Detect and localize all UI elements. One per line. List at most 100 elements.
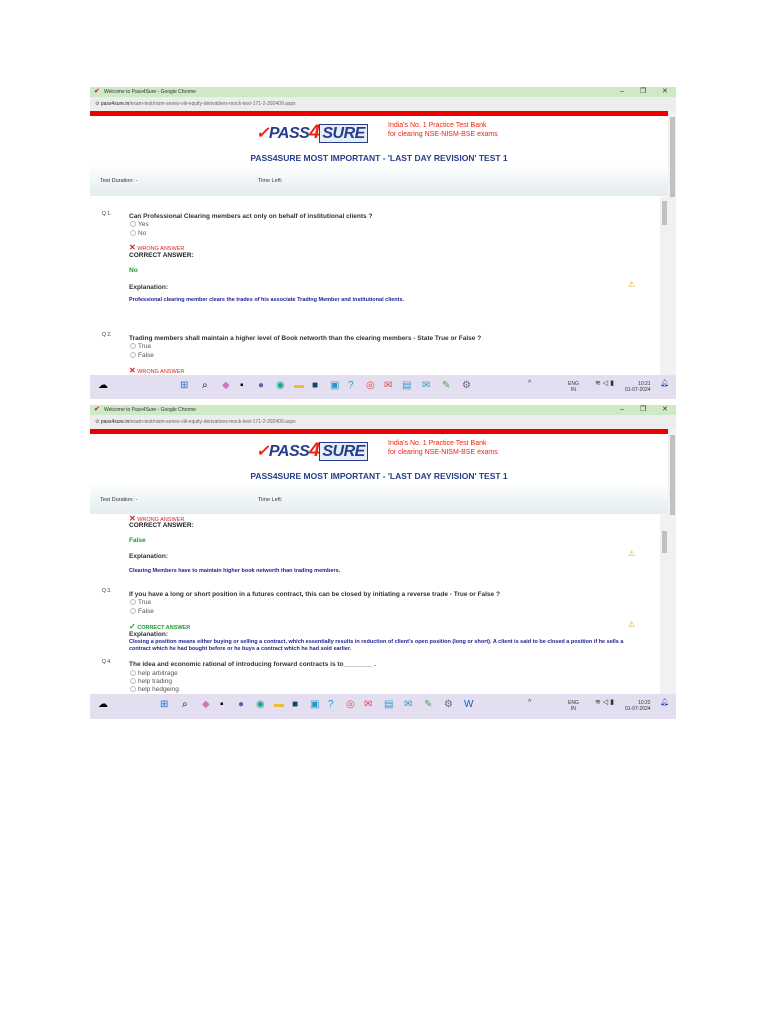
- task-view-icon[interactable]: ▪: [240, 380, 244, 391]
- notification-bell-icon[interactable]: 🔔︎: [660, 699, 669, 706]
- page-scrollbar[interactable]: [668, 429, 676, 695]
- time-left: Time Left:: [258, 497, 283, 503]
- weather-icon[interactable]: ☁: [98, 699, 108, 710]
- mail-icon[interactable]: ✉: [404, 699, 412, 710]
- option-radio[interactable]: help hedgeing: [130, 686, 179, 693]
- warning-icon[interactable]: ⚠: [628, 549, 635, 558]
- question-number: Q 1.: [102, 211, 112, 217]
- window-title: Welcome to Pass4Sure - Google Chrome: [104, 407, 196, 413]
- restore-button[interactable]: ❐: [640, 405, 646, 415]
- correct-answer-label: ✓ CORRECT ANSWER: [129, 622, 190, 631]
- explanation-heading: Explanation:: [129, 631, 169, 638]
- option-radio[interactable]: No: [130, 230, 146, 237]
- screenshot-2: ✔ Welcome to Pass4Sure - Google Chrome –…: [90, 405, 676, 719]
- notepad-icon[interactable]: ▤: [402, 380, 411, 391]
- cross-icon: ✕: [129, 243, 136, 252]
- url-host: pass4sure.in: [100, 419, 130, 425]
- warning-icon[interactable]: ⚠: [628, 280, 635, 289]
- app-icon[interactable]: ▣: [330, 380, 339, 391]
- clock[interactable]: 10:22 01-07-2024: [625, 700, 651, 712]
- start-icon[interactable]: ⊞: [160, 699, 168, 710]
- tray-chevron-icon[interactable]: ^: [528, 380, 531, 387]
- word-icon[interactable]: W: [464, 699, 473, 710]
- language-indicator[interactable]: ENG IN: [568, 381, 579, 393]
- address-bar[interactable]: ⚙ pass4sure.in/exam-test/nism-series-vii…: [90, 415, 676, 429]
- scrollbar-thumb[interactable]: [662, 531, 667, 553]
- option-radio[interactable]: True: [130, 599, 151, 606]
- store-icon[interactable]: ■: [312, 380, 318, 391]
- search-icon[interactable]: ⌕: [202, 380, 208, 391]
- logo-check: ✓: [256, 125, 269, 142]
- start-icon[interactable]: ⊞: [180, 380, 188, 391]
- chat-icon[interactable]: ✉: [364, 699, 372, 710]
- address-bar[interactable]: ⚙ pass4sure.in/exam-test/nism-series-vii…: [90, 97, 676, 111]
- url-host: pass4sure.in: [100, 101, 130, 107]
- site-info-icon[interactable]: ⚙: [95, 101, 99, 107]
- help-icon[interactable]: ?: [348, 380, 354, 391]
- minimize-button[interactable]: –: [620, 87, 624, 97]
- mail-icon[interactable]: ✉: [422, 380, 430, 391]
- close-button[interactable]: ✕: [662, 87, 668, 97]
- app-icon[interactable]: ▣: [310, 699, 319, 710]
- site-info-icon[interactable]: ⚙: [95, 419, 99, 425]
- chrome-icon[interactable]: ◎: [346, 699, 355, 710]
- weather-icon[interactable]: ☁: [98, 380, 108, 391]
- scrollbar-thumb[interactable]: [670, 435, 675, 515]
- chat-icon[interactable]: ✉: [384, 380, 392, 391]
- explanation-heading: Explanation:: [129, 553, 169, 560]
- tagline-2: for clearing NSE-NISM-BSE exams: [388, 449, 498, 456]
- content-scrollbar[interactable]: [660, 197, 668, 375]
- task-view-icon[interactable]: ▪: [220, 699, 224, 710]
- copilot-icon[interactable]: ◆: [222, 380, 230, 391]
- chrome-icon[interactable]: ◎: [366, 380, 375, 391]
- clock[interactable]: 10:21 01-07-2024: [625, 381, 651, 393]
- notepad-icon[interactable]: ▤: [384, 699, 393, 710]
- option-radio[interactable]: False: [130, 352, 154, 359]
- file-explorer-icon[interactable]: ▬: [294, 380, 304, 391]
- paint-icon[interactable]: ✎: [424, 699, 432, 710]
- explanation-text: Closing a position means either buying o…: [129, 639, 624, 652]
- settings-icon[interactable]: ⚙: [444, 699, 453, 710]
- notification-bell-icon[interactable]: 🔔︎: [660, 380, 669, 387]
- warning-icon[interactable]: ⚠: [628, 620, 635, 629]
- content-scrollbar[interactable]: [660, 513, 668, 695]
- logo-four: 4: [309, 440, 320, 461]
- option-radio[interactable]: help trading: [130, 678, 172, 685]
- logo-check: ✓: [256, 443, 269, 460]
- help-icon[interactable]: ?: [328, 699, 334, 710]
- close-button[interactable]: ✕: [662, 405, 668, 415]
- language-indicator[interactable]: ENG IN: [568, 700, 579, 712]
- edge-icon[interactable]: ◉: [256, 699, 265, 710]
- settings-icon[interactable]: ⚙: [462, 380, 471, 391]
- pass4sure-logo[interactable]: ✓PASS4 SURE: [256, 122, 368, 144]
- wrong-answer-label: ✕ WRONG ANSWER: [129, 366, 184, 375]
- copilot-icon[interactable]: ◆: [202, 699, 210, 710]
- scrollbar-thumb[interactable]: [670, 117, 675, 197]
- search-icon[interactable]: ⌕: [182, 699, 188, 710]
- tray-chevron-icon[interactable]: ^: [528, 699, 531, 706]
- edge-icon[interactable]: ◉: [276, 380, 285, 391]
- paint-icon[interactable]: ✎: [442, 380, 450, 391]
- wifi-volume-battery-icons[interactable]: ≋ ◁ ▮: [595, 380, 614, 387]
- option-radio[interactable]: help arbitrage: [130, 670, 178, 677]
- time-left: Time Left:: [258, 178, 283, 184]
- pass4sure-logo[interactable]: ✓PASS4 SURE: [256, 440, 368, 462]
- teams-icon[interactable]: ●: [258, 380, 264, 391]
- scrollbar-thumb[interactable]: [662, 201, 667, 225]
- window-title: Welcome to Pass4Sure - Google Chrome: [104, 89, 196, 95]
- page-scrollbar[interactable]: [668, 111, 676, 375]
- wifi-volume-battery-icons[interactable]: ≋ ◁ ▮: [595, 699, 614, 706]
- restore-button[interactable]: ❐: [640, 87, 646, 97]
- teams-icon[interactable]: ●: [238, 699, 244, 710]
- option-radio[interactable]: Yes: [130, 221, 149, 228]
- store-icon[interactable]: ■: [292, 699, 298, 710]
- test-duration: Test Duration: -: [100, 178, 138, 184]
- file-explorer-icon[interactable]: ▬: [274, 699, 284, 710]
- url-path: /exam-test/nism-series-viii-equity-deriv…: [129, 419, 296, 425]
- option-radio[interactable]: True: [130, 343, 151, 350]
- minimize-button[interactable]: –: [620, 405, 624, 415]
- option-radio[interactable]: False: [130, 608, 154, 615]
- favicon-check-icon: ✔: [94, 88, 100, 95]
- check-icon: ✓: [129, 622, 136, 631]
- cross-icon: ✕: [129, 366, 136, 375]
